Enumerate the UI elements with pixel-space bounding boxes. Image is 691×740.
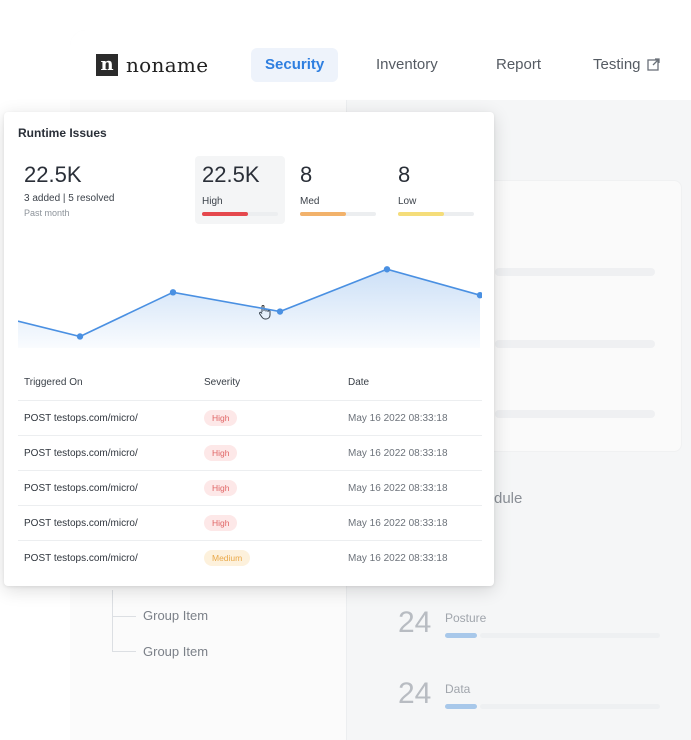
- date-cell: May 16 2022 08:33:18: [348, 483, 448, 494]
- table-row[interactable]: POST testops.com/micro/Medium May 16 2022…: [18, 540, 482, 576]
- placeholder-line: [495, 340, 655, 348]
- endpoint-cell: POST testops.com/micro/: [24, 518, 138, 529]
- column-header-date: Date: [348, 377, 370, 388]
- tab-label: Testing: [593, 56, 641, 73]
- stat-label: Posture: [445, 611, 487, 625]
- high-label: High: [202, 196, 223, 207]
- high-value: 22.5K: [202, 162, 260, 187]
- severity-badge: High: [204, 445, 238, 461]
- low-label: Low: [398, 196, 417, 207]
- trend-point[interactable]: [76, 333, 84, 340]
- tab-report[interactable]: Report: [482, 48, 555, 82]
- date-cell: May 16 2022 08:33:18: [348, 553, 448, 564]
- placeholder-line: [495, 410, 655, 418]
- high-severity-track: [202, 212, 278, 216]
- severity-badge: High: [204, 515, 238, 531]
- med-severity-track: [300, 212, 376, 216]
- trend-chart: [18, 266, 482, 348]
- low-severity-fill: [398, 212, 444, 216]
- tree-connector: [112, 651, 136, 652]
- stat-value: 24: [398, 606, 432, 639]
- card-title: Runtime Issues: [18, 126, 107, 140]
- column-header-triggered-on: Triggered On: [24, 377, 83, 388]
- endpoint-cell: POST testops.com/micro/: [24, 483, 138, 494]
- date-cell: May 16 2022 08:33:18: [348, 448, 448, 459]
- logo-text: noname: [126, 53, 209, 77]
- severity-badge: High: [204, 480, 238, 496]
- high-severity-fill: [202, 212, 248, 216]
- stat-label: Data: [445, 682, 471, 696]
- endpoint-cell: POST testops.com/micro/: [24, 448, 138, 459]
- med-severity-fill: [300, 212, 346, 216]
- sidebar-group-item[interactable]: Group Item: [143, 644, 208, 659]
- tab-label: Report: [496, 56, 542, 73]
- trend-point[interactable]: [169, 289, 177, 296]
- low-value: 8: [398, 162, 411, 187]
- external-link-icon: [646, 50, 660, 84]
- stat-bar: [445, 704, 477, 709]
- sidebar-group-item[interactable]: Group Item: [143, 608, 208, 623]
- tab-security[interactable]: Security: [251, 48, 339, 82]
- trend-point[interactable]: [383, 266, 391, 273]
- total-issues-value: 22.5K: [24, 162, 82, 187]
- period-label: Past month: [24, 208, 70, 218]
- trend-area: [18, 269, 480, 348]
- severity-badge: Medium: [204, 550, 251, 566]
- date-cell: May 16 2022 08:33:18: [348, 518, 448, 529]
- stat-track: [480, 704, 660, 709]
- trend-point[interactable]: [276, 308, 284, 315]
- med-label: Med: [300, 196, 320, 207]
- stat-bar: [445, 633, 477, 638]
- runtime-issues-card: Runtime Issues 22.5K 3 added | 5 resolve…: [4, 112, 494, 586]
- endpoint-cell: POST testops.com/micro/: [24, 413, 138, 424]
- stat-track: [480, 633, 660, 638]
- column-header-severity: Severity: [204, 377, 241, 388]
- table-row[interactable]: POST testops.com/micro/High May 16 2022 0…: [18, 470, 482, 506]
- issues-summary: 3 added | 5 resolved: [24, 193, 115, 204]
- module-heading: dule: [494, 490, 523, 507]
- tree-connector: [112, 616, 136, 617]
- logo[interactable]: n noname: [96, 53, 208, 77]
- tab-label: Inventory: [376, 56, 438, 73]
- table-row[interactable]: POST testops.com/micro/High May 16 2022 0…: [18, 400, 482, 436]
- placeholder-line: [495, 268, 655, 276]
- logo-mark: n: [96, 54, 118, 76]
- tab-inventory[interactable]: Inventory: [362, 48, 452, 82]
- table-row[interactable]: POST testops.com/micro/High May 16 2022 0…: [18, 435, 482, 471]
- endpoint-cell: POST testops.com/micro/: [24, 553, 138, 564]
- low-severity-track: [398, 212, 474, 216]
- tab-label: Security: [265, 56, 325, 73]
- table-row[interactable]: POST testops.com/micro/High May 16 2022 0…: [18, 505, 482, 541]
- stat-value: 24: [398, 677, 432, 710]
- severity-badge: High: [204, 410, 238, 426]
- med-value: 8: [300, 162, 313, 187]
- tab-testing[interactable]: Testing: [579, 48, 674, 82]
- date-cell: May 16 2022 08:33:18: [348, 413, 448, 424]
- tree-connector: [112, 590, 113, 652]
